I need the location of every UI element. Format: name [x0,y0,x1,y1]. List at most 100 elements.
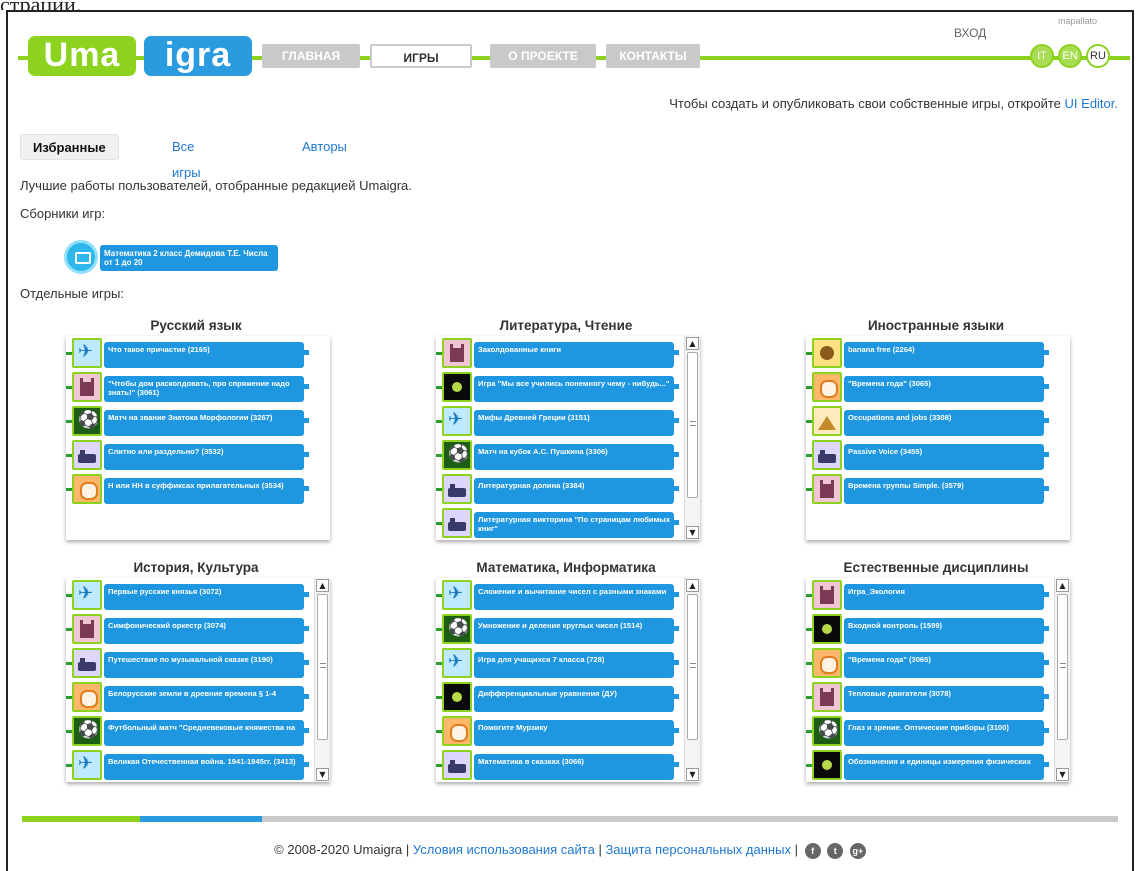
train-icon[interactable] [442,474,472,504]
game-title[interactable]: Первые русские князья (3072) [104,584,304,610]
game-title[interactable]: Великая Отечественная война. 1941-1945гг… [104,754,304,780]
brand-logo[interactable]: mapallato [1058,16,1097,26]
castle-icon[interactable] [442,338,472,368]
game-title[interactable]: Сложение и вычитание чисел с разными зна… [474,584,674,610]
game-title[interactable]: Обозначения и единицы измерения физическ… [844,754,1044,780]
game-item[interactable]: Occupations and jobs (3308) [806,404,1054,438]
ball-icon[interactable] [72,406,102,436]
train-icon[interactable] [442,508,472,538]
tab-favorites[interactable]: Избранные [20,134,119,160]
game-title[interactable]: "Времена года" (3065) [844,652,1044,678]
game-title[interactable]: Футбольный матч "Средневековые княжества… [104,720,304,746]
game-title[interactable]: Литературная долина (3384) [474,478,674,504]
scroll-down-icon[interactable]: ▼ [316,768,329,781]
game-item[interactable]: Игра для учащихся 7 класса (728) [436,646,684,680]
train-icon[interactable] [812,440,842,470]
nav-games[interactable]: ИГРЫ [370,44,472,68]
game-title[interactable]: Помогите Мурзику [474,720,674,746]
game-item[interactable]: "Времена года" (3065) [806,646,1054,680]
ball-icon[interactable] [442,614,472,644]
scroll-up-icon[interactable]: ▲ [316,579,329,592]
game-item[interactable]: Тепловые двигатели (3078) [806,680,1054,714]
game-item[interactable]: Глаз и зрение. Оптические приборы (3100) [806,714,1054,748]
scroll-up-icon[interactable]: ▲ [1056,579,1069,592]
game-title[interactable]: Игра "Мы все учились понемногу чему - ни… [474,376,674,402]
scrollbar[interactable]: ▲ ▼ [314,578,330,782]
game-title[interactable]: "Времена года" (3065) [844,376,1044,402]
game-title[interactable]: Математика в сказках (3066) [474,754,674,780]
game-item[interactable]: Что такое причастие (2165) [66,336,314,370]
game-title[interactable]: Времена группы Simple. (3579) [844,478,1044,504]
scrollbar[interactable]: ▲ ▼ [684,336,700,540]
game-title[interactable]: Симфонический оркестр (3074) [104,618,304,644]
scroll-thumb[interactable] [317,594,328,740]
lang-ru[interactable]: RU [1086,44,1110,68]
game-item[interactable]: "Времена года" (3065) [806,370,1054,404]
game-item[interactable]: "Чтобы дом расколдовать, про спряжение н… [66,370,314,404]
scrollbar[interactable]: ▲ ▼ [684,578,700,782]
game-item[interactable]: Помогите Мурзику [436,714,684,748]
game-item[interactable]: Игра "Мы все учились понемногу чему - ни… [436,370,684,404]
game-item[interactable]: Н или НН в суффиксах прилагательных (353… [66,472,314,506]
plane-icon[interactable] [442,648,472,678]
plane-icon[interactable] [442,406,472,436]
game-item[interactable]: Матч на кубок А.С. Пушкина (3306) [436,438,684,472]
game-item[interactable]: Матч на звание Знатока Морфологии (3267) [66,404,314,438]
game-item[interactable]: Литературная долина (3384) [436,472,684,506]
game-title[interactable]: Мифы Древней Греции (3151) [474,410,674,436]
twitter-icon[interactable]: t [827,842,844,859]
game-title[interactable]: Слитно или раздельно? (3532) [104,444,304,470]
logo-uma[interactable]: Uma [28,36,136,76]
game-title[interactable]: Матч на звание Знатока Морфологии (3267) [104,410,304,436]
scroll-down-icon[interactable]: ▼ [686,526,699,539]
logo-igra[interactable]: igra [144,36,252,76]
game-item[interactable]: Обозначения и единицы измерения физическ… [806,748,1054,782]
game-title[interactable]: banana free (2264) [844,342,1044,368]
train-icon[interactable] [72,440,102,470]
plane-icon[interactable] [442,580,472,610]
scroll-down-icon[interactable]: ▼ [686,768,699,781]
game-title[interactable]: Дифференциальные уравнения (ДУ) [474,686,674,712]
game-item[interactable]: banana free (2264) [806,336,1054,370]
ball-icon[interactable] [72,716,102,746]
castle-icon[interactable] [812,682,842,712]
terms-link[interactable]: Условия использования сайта [413,842,595,857]
monkey-icon[interactable] [812,338,842,368]
cat-icon[interactable] [812,648,842,678]
ball-icon[interactable] [442,440,472,470]
game-title[interactable]: Тепловые двигатели (3078) [844,686,1044,712]
dot-icon[interactable] [442,372,472,402]
game-title[interactable]: "Чтобы дом расколдовать, про спряжение н… [104,376,304,402]
scroll-up-icon[interactable]: ▲ [686,579,699,592]
scroll-down-icon[interactable]: ▼ [1056,768,1069,781]
collection-item[interactable]: Математика 2 класс Демидова Т.Е. Числа о… [64,240,280,274]
game-item[interactable]: Путешествие по музыкальной сказке (3190) [66,646,314,680]
game-title[interactable]: Occupations and jobs (3308) [844,410,1044,436]
cat-icon[interactable] [442,716,472,746]
game-title[interactable]: Умножение и деление круглых чисел (1514) [474,618,674,644]
game-item[interactable]: Мифы Древней Греции (3151) [436,404,684,438]
castle-icon[interactable] [72,614,102,644]
plane-icon[interactable] [72,338,102,368]
castle-icon[interactable] [812,474,842,504]
facebook-icon[interactable]: f [804,842,821,859]
game-item[interactable]: Сложение и вычитание чисел с разными зна… [436,578,684,612]
game-item[interactable]: Литературная викторина "По страницам люб… [436,506,684,540]
scroll-thumb[interactable] [1057,594,1068,740]
cat-icon[interactable] [812,372,842,402]
cat-icon[interactable] [72,682,102,712]
castle-icon[interactable] [812,580,842,610]
scroll-thumb[interactable] [687,352,698,498]
game-item[interactable]: Белорусские земли в древние времена § 1-… [66,680,314,714]
game-title[interactable]: Что такое причастие (2165) [104,342,304,368]
game-title[interactable]: Входной контроль (1599) [844,618,1044,644]
game-title[interactable]: Путешествие по музыкальной сказке (3190) [104,652,304,678]
game-item[interactable]: Слитно или раздельно? (3532) [66,438,314,472]
privacy-link[interactable]: Защита персональных данных [605,842,791,857]
game-item[interactable]: Дифференциальные уравнения (ДУ) [436,680,684,714]
login-link[interactable]: ВХОД [954,26,986,40]
game-title[interactable]: Игра для учащихся 7 класса (728) [474,652,674,678]
train-icon[interactable] [72,648,102,678]
game-title[interactable]: Заколдованные книги [474,342,674,368]
game-title[interactable]: Белорусские земли в древние времена § 1-… [104,686,304,712]
